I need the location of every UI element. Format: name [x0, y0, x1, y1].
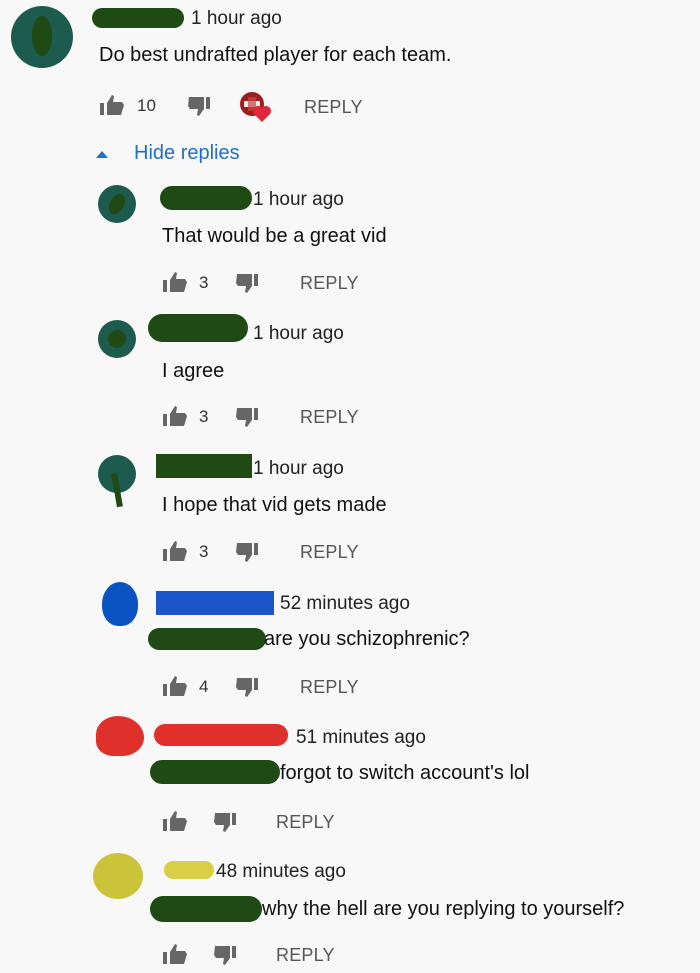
- reply-timestamp[interactable]: 1 hour ago: [253, 189, 344, 211]
- like-count: 10: [137, 96, 156, 115]
- username-redaction: [148, 314, 248, 342]
- reply-timestamp[interactable]: 51 minutes ago: [296, 727, 426, 749]
- reply-timestamp[interactable]: 48 minutes ago: [216, 861, 346, 883]
- reply-text: forgot to switch account's lol: [280, 762, 530, 784]
- username-redaction: [92, 8, 184, 28]
- reply-button[interactable]: REPLY: [276, 812, 335, 833]
- username-redaction: [156, 591, 274, 615]
- avatar[interactable]: [98, 455, 136, 508]
- reply-text: That would be a great vid: [162, 225, 387, 247]
- mention-redaction: [150, 896, 262, 922]
- reply-text: I hope that vid gets made: [162, 494, 387, 516]
- reply-timestamp[interactable]: 52 minutes ago: [280, 593, 410, 615]
- username-redaction: [154, 724, 288, 746]
- thumbs-up-icon[interactable]: [162, 540, 188, 562]
- reply-text: I agree: [162, 360, 225, 382]
- reply-button[interactable]: REPLY: [300, 677, 359, 698]
- comment-text: Do best undrafted player for each team.: [99, 44, 452, 66]
- reply-button[interactable]: REPLY: [300, 407, 359, 428]
- thumbs-down-icon[interactable]: [236, 541, 260, 563]
- reply-button[interactable]: REPLY: [300, 542, 359, 563]
- thumbs-down-icon[interactable]: [214, 944, 238, 966]
- username-redaction: [164, 861, 214, 879]
- avatar[interactable]: [98, 185, 136, 223]
- avatar-redaction-scribble: [32, 16, 52, 56]
- comment-timestamp[interactable]: 1 hour ago: [191, 8, 282, 30]
- reply-button[interactable]: REPLY: [304, 97, 363, 118]
- thumbs-down-icon[interactable]: [236, 272, 260, 294]
- thumbs-up-icon[interactable]: [162, 810, 188, 832]
- thumbs-up-icon[interactable]: [162, 675, 188, 697]
- avatar[interactable]: [11, 6, 73, 68]
- caret-up-icon[interactable]: [96, 150, 108, 158]
- thumbs-up-icon[interactable]: [162, 271, 188, 293]
- like-count: 3: [199, 542, 209, 561]
- avatar[interactable]: [96, 716, 144, 756]
- thumbs-down-icon[interactable]: [214, 811, 238, 833]
- avatar-redaction-scribble: [105, 190, 129, 218]
- avatar-redaction-scribble: [111, 472, 123, 508]
- creator-heart-icon: [238, 90, 274, 124]
- thumbs-up-icon[interactable]: [162, 943, 188, 965]
- avatar[interactable]: [102, 582, 138, 626]
- thumbs-up-icon[interactable]: [162, 405, 188, 427]
- reply-button[interactable]: REPLY: [276, 945, 335, 966]
- reply-button[interactable]: REPLY: [300, 273, 359, 294]
- username-redaction: [160, 186, 252, 210]
- avatar[interactable]: [93, 853, 143, 899]
- thumbs-down-icon[interactable]: [236, 406, 260, 428]
- thumbs-up-icon[interactable]: [99, 94, 125, 116]
- like-count: 3: [199, 407, 209, 426]
- username-redaction: [156, 454, 252, 478]
- thumbs-down-icon[interactable]: [188, 95, 212, 117]
- reply-text: why the hell are you replying to yoursel…: [262, 898, 625, 920]
- mention-redaction: [148, 628, 266, 650]
- mention-redaction: [150, 760, 280, 784]
- avatar[interactable]: [98, 320, 136, 358]
- hide-replies-button[interactable]: Hide replies: [134, 142, 240, 165]
- reply-timestamp[interactable]: 1 hour ago: [253, 323, 344, 345]
- thumbs-down-icon[interactable]: [236, 676, 260, 698]
- reply-timestamp[interactable]: 1 hour ago: [253, 458, 344, 480]
- like-count: 4: [199, 677, 209, 696]
- reply-text: are you schizophrenic?: [264, 628, 470, 650]
- like-count: 3: [199, 273, 209, 292]
- avatar-redaction-scribble: [108, 330, 126, 348]
